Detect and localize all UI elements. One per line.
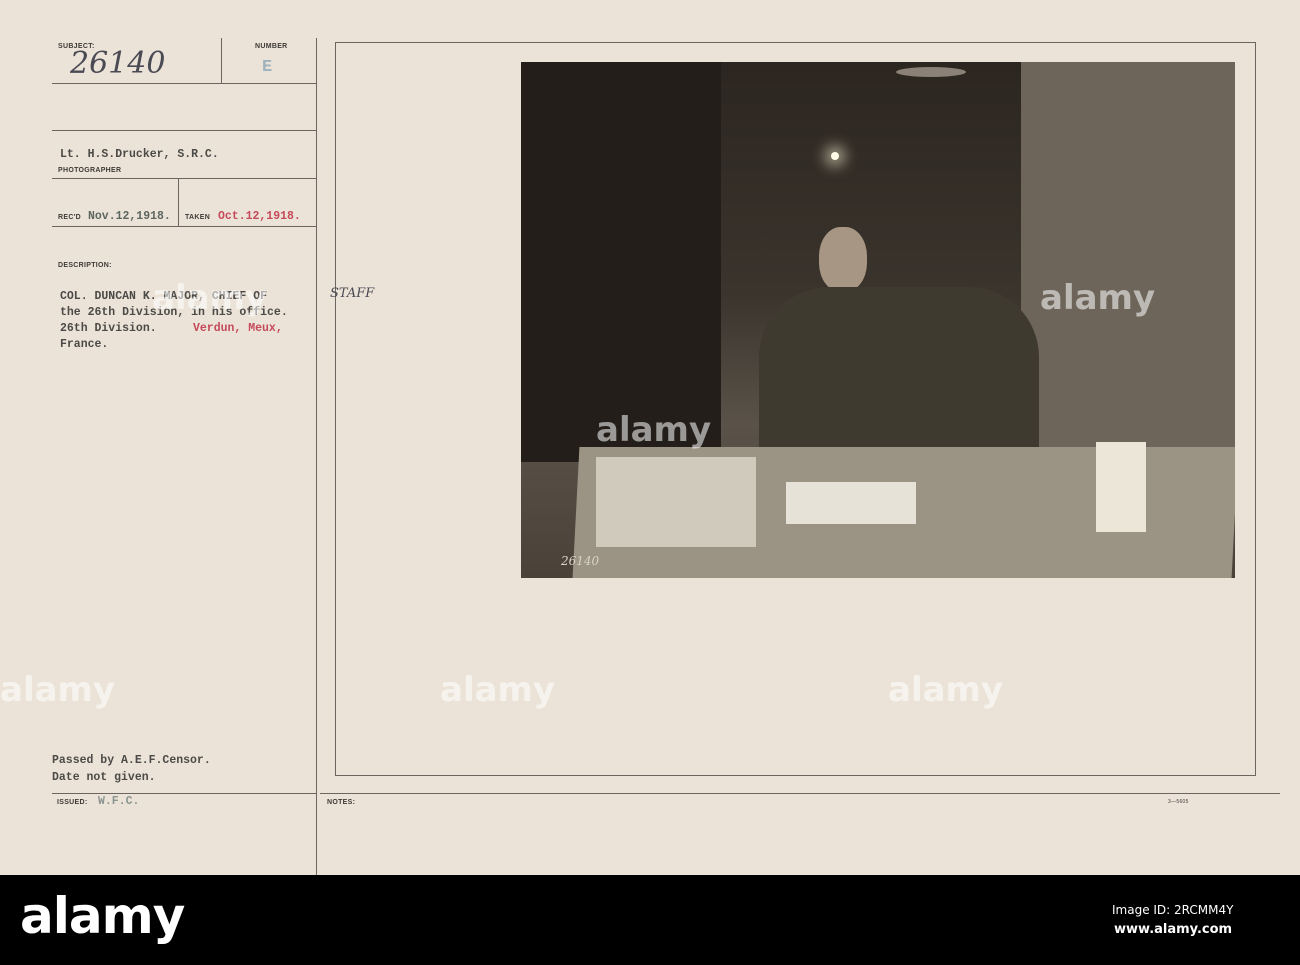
- footer-bar: alamy Image ID: 2RCMM4Y www.alamy.com: [0, 875, 1300, 965]
- divider: [221, 38, 222, 84]
- light-bulb: [831, 152, 839, 160]
- wall-shadow: [521, 62, 721, 462]
- image-id: Image ID: 2RCMM4Y: [1112, 903, 1234, 917]
- officer-head: [819, 227, 867, 292]
- issued-value: W.F.C.: [98, 795, 140, 808]
- notes-label: NOTES:: [327, 799, 356, 806]
- watermark: alamy: [440, 670, 556, 710]
- taken-label: TAKEN: [185, 214, 211, 221]
- papers: [786, 482, 916, 524]
- form-number: 3—5605: [1168, 799, 1189, 805]
- lamp: [896, 67, 966, 77]
- description-place: Verdun, Meux,: [193, 322, 283, 335]
- divider: [52, 226, 316, 227]
- recd-value: Nov.12,1918.: [88, 210, 171, 223]
- description-label: DESCRIPTION:: [58, 262, 112, 269]
- description-line: France.: [60, 338, 109, 351]
- stone-wall: [1021, 62, 1235, 452]
- archive-card: SUBJECT: 26140 NUMBER E Lt. H.S.Drucker,…: [0, 0, 1300, 875]
- watermark: alamy: [152, 278, 268, 318]
- officer-uniform: [759, 287, 1039, 457]
- site-url[interactable]: www.alamy.com: [1114, 922, 1232, 937]
- censor-line: Date not given.: [52, 771, 156, 784]
- recd-label: REC'D: [58, 214, 81, 221]
- censor-line: Passed by A.E.F.Censor.: [52, 754, 211, 767]
- subject-value: 26140: [70, 46, 166, 81]
- photo-number: 26140: [561, 554, 600, 568]
- number-label: NUMBER: [255, 43, 288, 50]
- divider: [178, 178, 179, 226]
- divider: [52, 83, 316, 84]
- divider: [52, 130, 316, 131]
- number-value: E: [262, 58, 273, 77]
- photograph: 26140: [521, 62, 1235, 578]
- watermark: alamy: [1040, 278, 1156, 318]
- taken-value: Oct.12,1918.: [218, 210, 301, 223]
- watermark: alamy: [596, 410, 712, 450]
- photographer-label: PHOTOGRAPHER: [58, 167, 122, 174]
- divider: [52, 793, 316, 794]
- photographer-value: Lt. H.S.Drucker, S.R.C.: [60, 148, 219, 161]
- description-line: 26th Division.: [60, 322, 157, 335]
- issued-label: ISSUED:: [57, 799, 88, 806]
- divider: [52, 178, 316, 179]
- watermark: alamy: [888, 670, 1004, 710]
- calendar: [1096, 442, 1146, 532]
- description-handwritten: STAFF: [330, 286, 375, 301]
- alamy-logo: alamy: [20, 887, 185, 945]
- watermark: alamy: [0, 670, 116, 710]
- divider: [320, 793, 1280, 794]
- divider: [316, 38, 317, 875]
- wire-basket: [596, 457, 756, 547]
